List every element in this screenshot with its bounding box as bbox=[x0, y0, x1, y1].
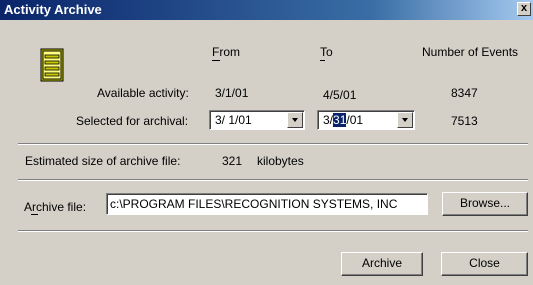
available-events-value: 8347 bbox=[451, 86, 478, 100]
available-from-value: 3/1/01 bbox=[215, 86, 249, 100]
selected-events-value: 7513 bbox=[451, 114, 478, 128]
selected-archival-label: Selected for archival: bbox=[76, 114, 189, 128]
to-date-dropdown-button[interactable] bbox=[397, 112, 413, 128]
separator-3 bbox=[18, 230, 528, 232]
column-from-header: From bbox=[212, 45, 240, 59]
chevron-down-icon bbox=[292, 118, 298, 122]
from-date-picker[interactable]: 3/ 1/01 bbox=[209, 110, 305, 130]
to-mnemonic-underline bbox=[320, 60, 325, 61]
archive-file-mnemonic-underline bbox=[31, 214, 38, 215]
to-date-month: 3/ bbox=[323, 113, 334, 127]
estimated-size-unit: kilobytes bbox=[257, 154, 304, 168]
to-date-picker[interactable]: 3/31/01 bbox=[317, 110, 415, 130]
separator-2 bbox=[18, 179, 528, 181]
file-cabinet-icon bbox=[40, 48, 64, 82]
column-to-header: To bbox=[320, 45, 333, 59]
browse-button[interactable]: Browse... bbox=[442, 192, 528, 216]
archive-file-path-input[interactable]: c:\PROGRAM FILES\RECOGNITION SYSTEMS, IN… bbox=[106, 193, 428, 215]
to-date-value[interactable]: 3/31/01 bbox=[323, 113, 363, 127]
activity-archive-dialog: Activity Archive x From To Number of Eve… bbox=[0, 0, 533, 285]
estimated-size-label: Estimated size of archive file: bbox=[25, 154, 181, 168]
chevron-down-icon bbox=[402, 118, 408, 122]
from-date-value[interactable]: 3/ 1/01 bbox=[215, 113, 252, 127]
title-bar[interactable]: Activity Archive x bbox=[0, 0, 533, 20]
close-button[interactable]: Close bbox=[441, 252, 528, 276]
to-date-year: /01 bbox=[346, 113, 364, 127]
to-date-day-selected[interactable]: 31 bbox=[333, 113, 347, 127]
from-date-dropdown-button[interactable] bbox=[287, 112, 303, 128]
available-activity-label: Available activity: bbox=[97, 86, 189, 100]
archive-button[interactable]: Archive bbox=[341, 252, 423, 276]
window-title: Activity Archive bbox=[4, 2, 102, 17]
estimated-size-value: 321 bbox=[222, 154, 243, 168]
from-mnemonic-underline bbox=[212, 60, 220, 61]
archive-file-label: Archive file: bbox=[24, 200, 87, 214]
close-icon: x bbox=[520, 2, 528, 14]
separator-1 bbox=[18, 143, 528, 145]
close-window-button[interactable]: x bbox=[517, 2, 531, 16]
available-to-value: 4/5/01 bbox=[323, 88, 357, 102]
column-events-header: Number of Events bbox=[422, 45, 519, 59]
